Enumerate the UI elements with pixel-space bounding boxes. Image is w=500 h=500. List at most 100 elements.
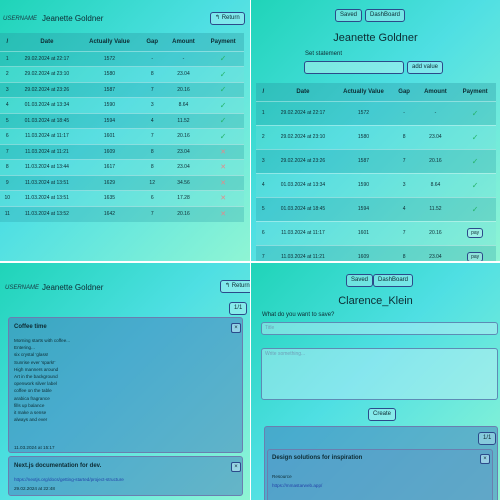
row-date: 01.03.2024 at 18:45 — [270, 196, 336, 221]
cross-icon: ✕ — [220, 148, 227, 156]
row-number: 11 — [0, 205, 15, 222]
saved-button[interactable]: Saved — [346, 274, 374, 287]
row-date: 11.03.2024 at 13:44 — [14, 159, 80, 175]
row-gap: 8 — [139, 159, 165, 175]
title-input[interactable]: Title — [261, 322, 498, 335]
row-amount: 34.56 — [164, 174, 203, 191]
note-title: Next.js documentation for dev. — [14, 463, 102, 469]
note-card: Coffee time × Morning starts with coffee… — [8, 317, 243, 453]
payment-status: ✓ — [454, 196, 496, 221]
table-row: 3 29.02.2024 at 23:26 1587 7 20.16 ✓ — [0, 81, 244, 98]
row-number: 6 — [256, 220, 271, 245]
cross-icon: ✕ — [220, 179, 227, 187]
note-line: six crystal 'glass! — [14, 352, 49, 358]
return-icon: ↰ — [215, 15, 221, 21]
row-gap: 3 — [139, 97, 165, 113]
body-textarea[interactable]: Write something... — [261, 348, 498, 400]
add-value-button[interactable]: add value — [407, 61, 444, 74]
saved-button[interactable]: Saved — [335, 9, 363, 22]
note-title: Design solutions for inspiration — [272, 455, 363, 461]
note-title: Coffee time — [14, 324, 47, 330]
note-line: it make a sense — [14, 410, 47, 416]
note-line: Morning starts with coffee... — [14, 338, 71, 343]
page-indicator[interactable]: 1/1 — [229, 302, 248, 315]
table-row: 7 11.03.2024 at 11:21 1609 8 23.04 ✕ — [0, 143, 244, 160]
payment-status: ✓ — [202, 97, 244, 113]
row-number: 1 — [0, 50, 15, 67]
create-button[interactable]: Create — [368, 408, 397, 421]
dashboard-button[interactable]: DashBoard — [373, 274, 414, 287]
row-value: 1609 — [335, 244, 392, 261]
note-link[interactable]: https://nextjs.org/docs/getting-started/… — [14, 477, 124, 482]
payment-status: ✓ — [202, 128, 244, 144]
row-number: 4 — [256, 172, 271, 197]
row-value: 1587 — [79, 81, 140, 98]
return-button[interactable]: ↰ Return — [210, 12, 245, 25]
return-button[interactable]: ↰ Return — [220, 280, 250, 293]
resource-link[interactable]: https://mmastarweb.app/ — [272, 483, 322, 488]
row-value: 1601 — [79, 128, 140, 144]
set-statement-label: Set statement — [305, 51, 343, 57]
column-header: Gap — [139, 33, 165, 51]
row-date: 11.03.2024 at 13:51 — [14, 174, 80, 191]
payment-status: ✓ — [202, 50, 244, 67]
row-amount: 23.04 — [164, 66, 203, 82]
row-number: 4 — [0, 97, 15, 113]
row-number: 6 — [0, 128, 15, 144]
cross-icon: ✕ — [220, 211, 227, 218]
payments-table: / Date Actually Value Gap Amount Payment… — [256, 83, 496, 261]
note-line: Art in the background — [14, 374, 58, 380]
row-amount: 8.64 — [416, 172, 455, 197]
row-date: 11.03.2024 at 11:21 — [270, 244, 336, 261]
dashboard-button[interactable]: DashBoard — [365, 9, 406, 22]
row-number: 7 — [256, 244, 271, 261]
check-icon: ✓ — [219, 85, 227, 95]
row-gap: 4 — [391, 196, 417, 221]
saved-card: 1/1 Design solutions for inspiration × R… — [264, 426, 498, 500]
row-date: 29.02.2024 at 23:10 — [14, 66, 80, 82]
row-number: 3 — [0, 81, 15, 98]
row-gap: 12 — [139, 174, 165, 191]
check-icon: ✓ — [219, 116, 227, 126]
row-gap: 7 — [139, 128, 165, 144]
username: Jeanette Goldner — [42, 283, 104, 292]
check-icon: ✓ — [471, 156, 479, 166]
table-row: 2 29.02.2024 at 23:10 1580 8 23.04 ✓ — [0, 66, 244, 82]
note-line: coffee on the table — [14, 388, 52, 394]
row-date: 01.03.2024 at 13:34 — [14, 97, 80, 113]
column-header: Payment — [202, 33, 244, 51]
close-icon[interactable]: × — [231, 323, 241, 333]
statement-input[interactable] — [304, 61, 404, 74]
page-indicator[interactable]: 1/1 — [478, 432, 497, 445]
return-icon: ↰ — [225, 283, 231, 289]
close-icon[interactable]: × — [480, 454, 490, 464]
check-icon: ✓ — [219, 69, 227, 79]
table-row: 6 11.03.2024 at 11:17 1601 7 20.16 ✓ — [0, 128, 244, 144]
check-icon: ✓ — [471, 204, 479, 214]
payment-status: ✕ — [202, 143, 244, 160]
row-date: 11.03.2024 at 11:17 — [270, 220, 336, 245]
row-value: 1629 — [79, 174, 140, 191]
pay-button[interactable]: pay — [467, 252, 484, 261]
column-header: Amount — [416, 83, 455, 101]
table-row: 6 11.03.2024 at 11:17 1601 7 20.16 pay — [256, 220, 496, 245]
row-gap: 8 — [139, 143, 165, 160]
return-label: Return — [231, 283, 250, 289]
row-value: 1572 — [79, 50, 140, 67]
save-question-label: What do you want to save? — [262, 312, 335, 318]
table-row: 4 01.03.2024 at 13:34 1590 3 8.64 ✓ — [256, 172, 496, 197]
payments-view-panel: USERNAME Jeanette Goldner ↰ Return / Dat… — [0, 0, 250, 261]
row-date: 01.03.2024 at 13:34 — [270, 172, 336, 197]
row-number: 10 — [0, 190, 15, 206]
pay-button[interactable]: pay — [467, 228, 484, 238]
row-date: 29.02.2024 at 22:17 — [14, 50, 80, 67]
row-amount: 11.52 — [416, 196, 455, 221]
page-title: Jeanette Goldner — [333, 32, 418, 44]
row-gap: 6 — [139, 190, 165, 206]
payments-table: / Date Actually Value Gap Amount Payment… — [0, 33, 244, 222]
row-amount: 8.64 — [164, 97, 203, 113]
close-icon[interactable]: × — [231, 462, 241, 472]
row-amount: 23.04 — [416, 244, 455, 261]
note-line: always and ever — [14, 417, 48, 423]
row-amount: 23.04 — [164, 159, 203, 175]
